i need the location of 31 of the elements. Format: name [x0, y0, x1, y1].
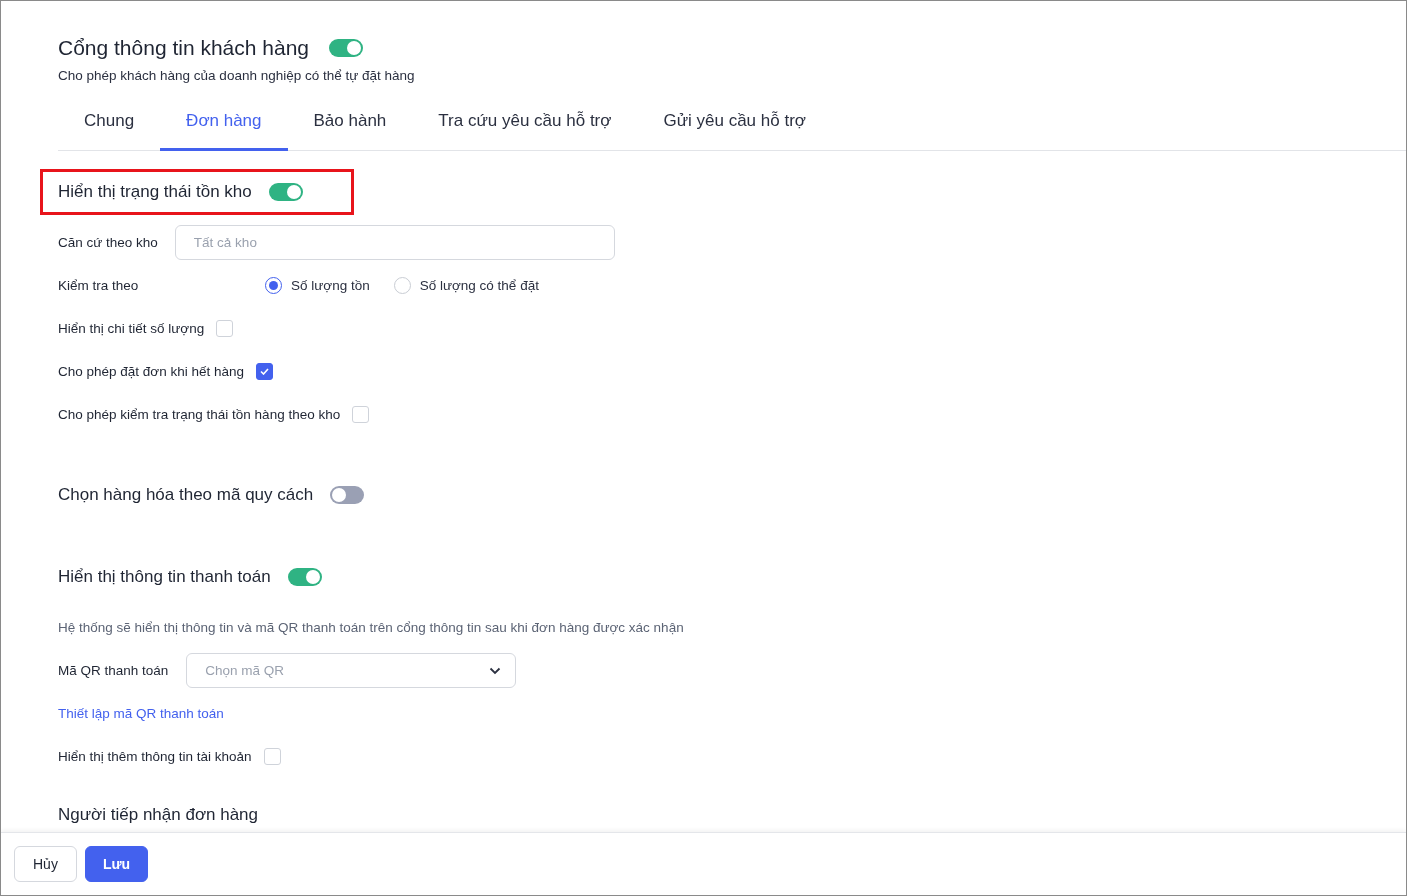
- setup-link[interactable]: Thiết lập mã QR thanh toán: [58, 706, 224, 721]
- checkbox[interactable]: [256, 363, 273, 380]
- checkbox-label: Cho phép đặt đơn khi hết hàng: [58, 364, 244, 379]
- checkbox-label: Cho phép kiểm tra trạng thái tồn hàng theo kho: [58, 407, 341, 422]
- toggle-switch[interactable]: [268, 183, 303, 201]
- section-title: Chọn hàng hóa theo mã quy cách: [58, 485, 314, 505]
- tab[interactable]: Tra cứu yêu cầu hỗ trợ: [412, 99, 638, 151]
- tab[interactable]: Chung: [58, 99, 161, 151]
- description-text: Hệ thống sẽ hiển thị thông tin và mã QR thanh toán trên cổng thông tin sau khi đơn hàng được xác nhận: [58, 620, 684, 635]
- field-label: Căn cứ theo kho: [58, 235, 158, 250]
- page-title: Cổng thông tin khách hàng: [58, 36, 310, 60]
- cancel-button[interactable]: Hủy: [14, 846, 77, 882]
- section-title: Hiển thị trạng thái tồn kho: [58, 182, 252, 202]
- save-button[interactable]: Lưu: [84, 846, 149, 882]
- tab[interactable]: Đơn hàng: [160, 99, 288, 151]
- section-title: Người tiếp nhận đơn hàng: [58, 805, 259, 825]
- checkbox-label: Hiển thị chi tiết số lượng: [58, 321, 205, 336]
- tab[interactable]: Gửi yêu cầu hỗ trợ: [637, 99, 832, 151]
- field-label: Kiểm tra theo: [58, 278, 140, 293]
- radio-option[interactable]: Số lượng tồn: [265, 277, 370, 294]
- field-label: Mã QR thanh toán: [58, 663, 169, 678]
- toggle-switch[interactable]: [330, 486, 365, 504]
- toggle-switch[interactable]: [287, 568, 322, 586]
- toggle-switch[interactable]: [329, 39, 364, 57]
- tab[interactable]: Bảo hành: [287, 99, 413, 151]
- check-icon: [260, 368, 269, 375]
- chevron-down-icon: [489, 666, 502, 675]
- radio-option[interactable]: Số lượng có thể đặt: [393, 277, 539, 294]
- section-title: Hiển thị thông tin thanh toán: [58, 567, 271, 587]
- checkbox-label: Hiển thị thêm thông tin tài khoản: [58, 749, 252, 764]
- page-subtitle: Cho phép khách hàng của doanh nghiệp có thể tự đặt hàng: [58, 68, 416, 83]
